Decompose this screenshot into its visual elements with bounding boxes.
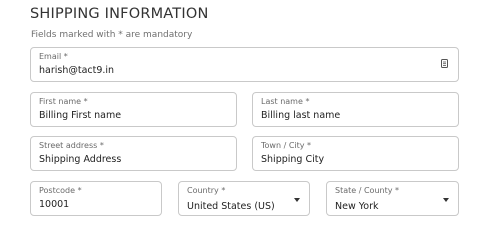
street-address-label: Street address * bbox=[39, 141, 104, 150]
email-label: Email * bbox=[39, 52, 68, 61]
section-title: SHIPPING INFORMATION bbox=[30, 6, 209, 22]
country-label: Country * bbox=[187, 186, 226, 195]
country-value[interactable]: United States (US) bbox=[187, 201, 275, 212]
country-select[interactable]: Country * United States (US) bbox=[178, 181, 310, 216]
last-name-label: Last name * bbox=[261, 97, 310, 106]
email-field[interactable]: Email * harish@tact9.in bbox=[30, 47, 459, 82]
chevron-down-icon[interactable] bbox=[443, 198, 449, 202]
city-label: Town / City * bbox=[261, 141, 312, 150]
state-value[interactable]: New York bbox=[335, 201, 379, 212]
last-name-value[interactable]: Billing last name bbox=[261, 110, 340, 121]
state-label: State / County * bbox=[335, 186, 399, 195]
street-address-field[interactable]: Street address * Shipping Address bbox=[30, 136, 237, 171]
first-name-value[interactable]: Billing First name bbox=[39, 110, 121, 121]
state-select[interactable]: State / County * New York bbox=[326, 181, 459, 216]
street-address-value[interactable]: Shipping Address bbox=[39, 154, 121, 165]
first-name-field[interactable]: First name * Billing First name bbox=[30, 92, 237, 127]
contact-card-icon[interactable] bbox=[441, 59, 448, 68]
first-name-label: First name * bbox=[39, 97, 88, 106]
city-field[interactable]: Town / City * Shipping City bbox=[252, 136, 459, 171]
chevron-down-icon[interactable] bbox=[294, 198, 300, 202]
city-value[interactable]: Shipping City bbox=[261, 154, 324, 165]
mandatory-note: Fields marked with * are mandatory bbox=[31, 30, 193, 40]
last-name-field[interactable]: Last name * Billing last name bbox=[252, 92, 459, 127]
email-value[interactable]: harish@tact9.in bbox=[39, 65, 114, 76]
postcode-value[interactable]: 10001 bbox=[39, 199, 69, 210]
postcode-field[interactable]: Postcode * 10001 bbox=[30, 181, 162, 216]
postcode-label: Postcode * bbox=[39, 186, 82, 195]
